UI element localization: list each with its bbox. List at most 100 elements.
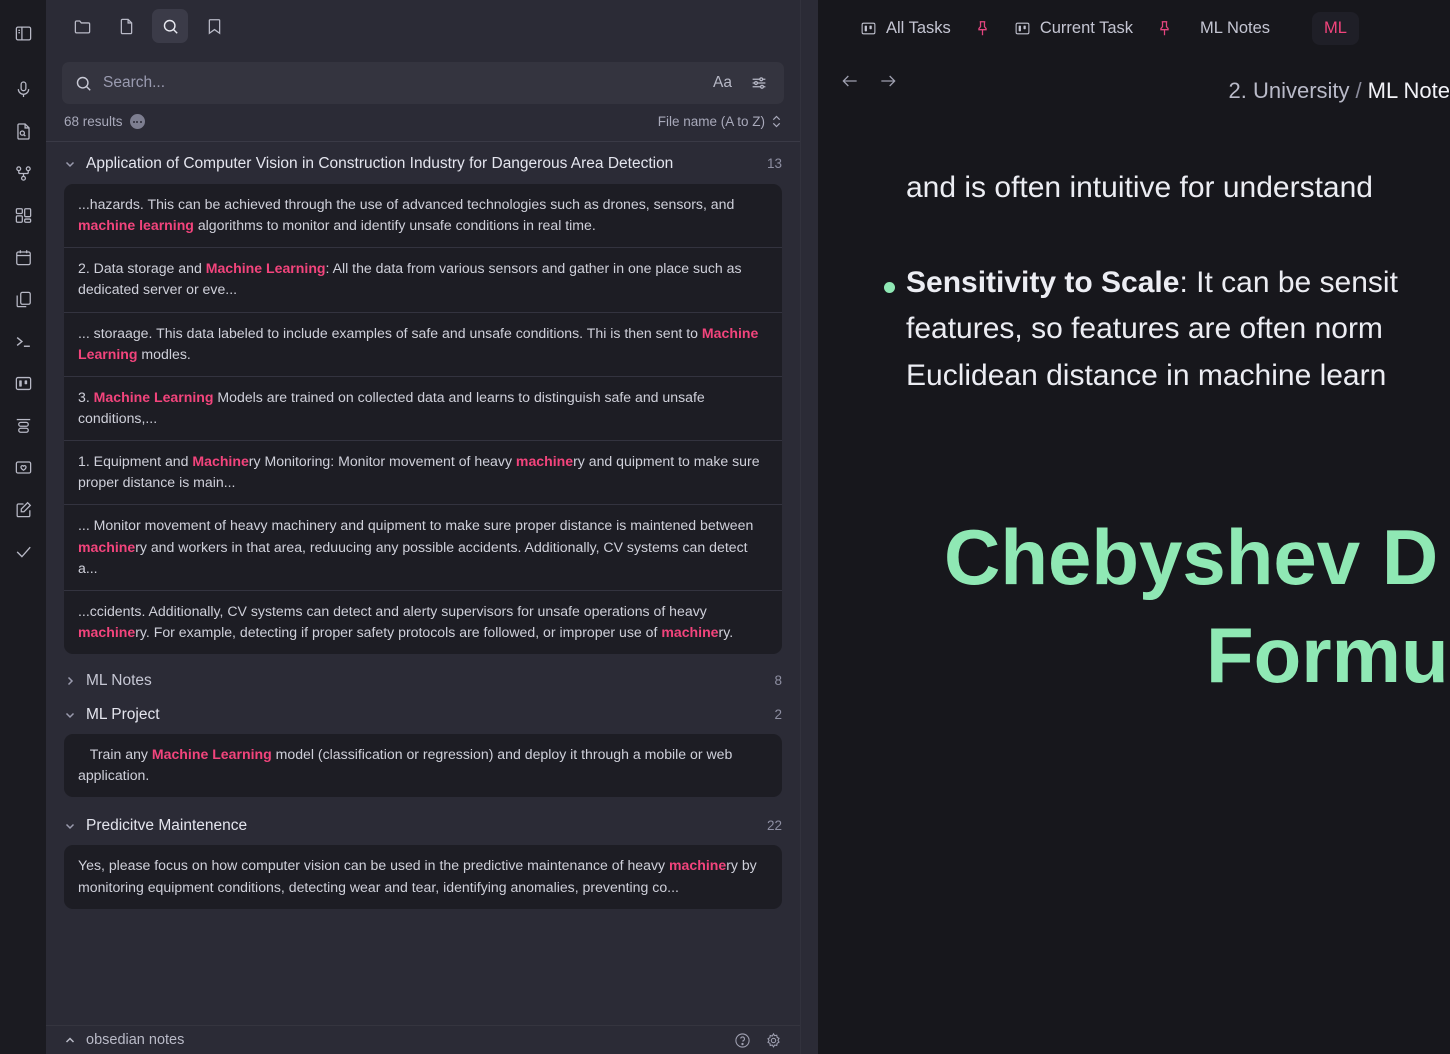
kanban-icon[interactable]	[2, 362, 44, 404]
search-input[interactable]	[103, 74, 699, 92]
more-options-icon[interactable]	[130, 114, 145, 129]
vault-switcher[interactable]: obsedian notes	[64, 1032, 184, 1048]
snippet-block: ...hazards. This can be achieved through…	[64, 184, 782, 654]
sort-chevron-icon	[771, 115, 782, 128]
calendar-icon[interactable]	[2, 236, 44, 278]
forward-arrow-icon[interactable]	[878, 71, 898, 91]
dashboard-icon[interactable]	[2, 194, 44, 236]
search-panel: Aa 68 results File name (A to Z)	[46, 0, 800, 1054]
snippet-item[interactable]: 1. Equipment and Machinery Monitoring: M…	[64, 441, 782, 505]
breadcrumb-separator: /	[1350, 78, 1368, 103]
app-root: Aa 68 results File name (A to Z)	[0, 0, 1450, 1054]
note-heading-line-2: Formu	[944, 607, 1450, 705]
result-group-count: 22	[767, 818, 782, 833]
note-bullet-line-2: features, so features are often norm	[906, 306, 1450, 353]
results-list[interactable]: Application of Computer Vision in Constr…	[46, 142, 800, 1025]
tab-all-tasks[interactable]: All Tasks	[848, 12, 963, 45]
vault-name: obsedian notes	[86, 1032, 184, 1048]
gear-icon[interactable]	[765, 1032, 782, 1049]
bookmarks-icon[interactable]	[196, 9, 232, 43]
chevron-down-icon	[64, 709, 76, 721]
panel-divider[interactable]	[800, 0, 818, 1054]
result-group-title: ML Notes	[86, 670, 764, 692]
result-group-header[interactable]: Predicitve Maintenence 22	[46, 797, 800, 845]
snippet-item[interactable]: Train any Machine Learning model (classi…	[64, 734, 782, 797]
snippet-item[interactable]: ...hazards. This can be achieved through…	[64, 184, 782, 248]
tab-current-task[interactable]: Current Task	[1002, 12, 1145, 45]
search-box[interactable]: Aa	[62, 62, 784, 104]
sort-selector[interactable]: File name (A to Z)	[658, 114, 782, 129]
search-field-wrap: Aa	[46, 52, 800, 104]
chevron-down-icon	[64, 158, 76, 170]
results-count: 68 results	[64, 114, 145, 129]
terminal-icon[interactable]	[2, 320, 44, 362]
search-tab-icon[interactable]	[152, 9, 188, 43]
note-bullet-item: Sensitivity to Scale: It can be sensit f…	[906, 260, 1450, 400]
snippet-block: Yes, please focus on how computer vision…	[64, 845, 782, 908]
result-group-header[interactable]: ML Notes 8	[46, 654, 800, 696]
toggle-sidebar-icon[interactable]	[2, 12, 44, 54]
note-heading: Chebyshev D Formu	[906, 509, 1450, 704]
edit-icon[interactable]	[2, 488, 44, 530]
chevron-up-icon	[64, 1034, 76, 1046]
breadcrumb: 2. University/ML Note	[1229, 78, 1450, 104]
snippet-item[interactable]: 2. Data storage and Machine Learning: Al…	[64, 248, 782, 312]
result-group-title: ML Project	[86, 704, 764, 726]
panel-toolbar	[46, 0, 800, 52]
result-group-count: 13	[767, 156, 782, 171]
snippet-block: Train any Machine Learning model (classi…	[64, 734, 782, 797]
new-note-icon[interactable]	[108, 9, 144, 43]
results-count-label: 68 results	[64, 114, 123, 129]
microphone-icon[interactable]	[2, 68, 44, 110]
tab-ml-active[interactable]: ML	[1312, 12, 1359, 45]
tab-ml-notes[interactable]: ML Notes	[1184, 12, 1282, 45]
tab-label: ML	[1324, 19, 1347, 38]
note-panel: All Tasks Current Task ML Notes ML	[818, 0, 1450, 1054]
sort-label: File name (A to Z)	[658, 114, 765, 129]
pin-icon[interactable]	[1145, 12, 1184, 45]
tab-label: Current Task	[1040, 19, 1133, 38]
note-content[interactable]: and is often intuitive for understand Se…	[818, 165, 1450, 704]
snippet-item[interactable]: 3. Machine Learning Models are trained o…	[64, 377, 782, 441]
result-group-header[interactable]: ML Project 2	[46, 696, 800, 734]
breadcrumb-parent[interactable]: 2. University	[1229, 78, 1350, 103]
files-tab-icon[interactable]	[64, 9, 100, 43]
breadcrumb-current: ML Note	[1368, 78, 1450, 103]
icon-rail	[0, 0, 46, 1054]
snippet-item[interactable]: ...ccidents. Additionally, CV systems ca…	[64, 591, 782, 654]
bullet-dot-icon	[884, 282, 895, 293]
note-bullet-bold: Sensitivity to Scale	[906, 266, 1179, 299]
graph-icon[interactable]	[2, 152, 44, 194]
search-settings-icon[interactable]	[746, 74, 772, 92]
result-group-title: Application of Computer Vision in Constr…	[86, 153, 757, 175]
back-arrow-icon[interactable]	[840, 71, 860, 91]
match-case-icon[interactable]: Aa	[709, 74, 736, 92]
note-bullet-rest: : It can be sensit	[1179, 266, 1397, 299]
copy-files-icon[interactable]	[2, 278, 44, 320]
tab-label: All Tasks	[886, 19, 951, 38]
file-search-icon[interactable]	[2, 110, 44, 152]
chevron-down-icon	[64, 820, 76, 832]
result-group-count: 8	[774, 673, 782, 688]
search-icon	[74, 74, 93, 93]
check-icon[interactable]	[2, 530, 44, 572]
result-group-count: 2	[774, 707, 782, 722]
heart-card-icon[interactable]	[2, 446, 44, 488]
result-group-title: Predicitve Maintenence	[86, 815, 757, 837]
vault-status-bar: obsedian notes	[46, 1025, 800, 1054]
stack-icon[interactable]	[2, 404, 44, 446]
snippet-item[interactable]: ... storaage. This data labeled to inclu…	[64, 313, 782, 377]
pin-icon[interactable]	[963, 12, 1002, 45]
note-bullet-line-3: Euclidean distance in machine learn	[906, 353, 1450, 400]
snippet-item[interactable]: Yes, please focus on how computer vision…	[64, 845, 782, 908]
snippet-item[interactable]: ... Monitor movement of heavy machinery …	[64, 505, 782, 590]
tab-label: ML Notes	[1200, 19, 1270, 38]
result-group-header[interactable]: Application of Computer Vision in Constr…	[46, 142, 800, 184]
note-paragraph-line: and is often intuitive for understand	[906, 165, 1450, 212]
note-heading-line-1: Chebyshev D	[944, 509, 1450, 607]
results-meta-row: 68 results File name (A to Z)	[46, 104, 800, 142]
help-icon[interactable]	[734, 1032, 751, 1049]
kanban-icon	[860, 20, 877, 37]
note-bullet-line-1: Sensitivity to Scale: It can be sensit	[906, 260, 1450, 307]
status-bar-actions	[734, 1032, 782, 1049]
